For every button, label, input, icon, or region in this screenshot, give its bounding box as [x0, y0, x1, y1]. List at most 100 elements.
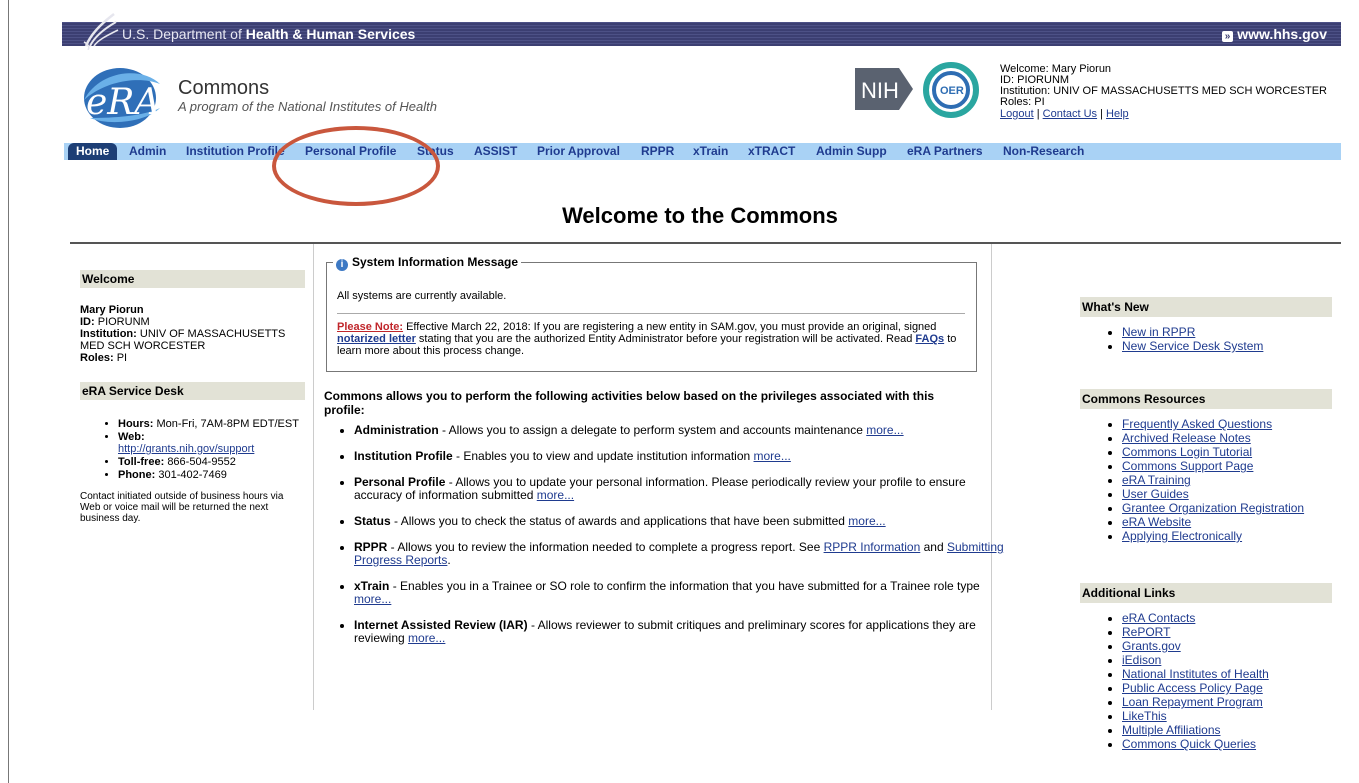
resource-link[interactable]: Commons Support Page [1122, 459, 1253, 473]
tollfree-item: Toll-free: 866-504-9552 [118, 456, 305, 468]
more-link[interactable]: more... [408, 631, 445, 645]
link-separator: | [1100, 108, 1103, 120]
tab-xtract[interactable]: xTRACT [748, 144, 795, 158]
system-message-box: i System Information Message All systems … [326, 255, 977, 372]
more-link[interactable]: more... [754, 449, 791, 463]
resource-link[interactable]: Applying Electronically [1122, 529, 1242, 543]
hhs-eagle-icon [83, 13, 119, 50]
more-link[interactable]: more... [866, 423, 903, 437]
hhs-link[interactable]: » www.hhs.gov [1221, 26, 1327, 42]
tab-rppr[interactable]: RPPR [641, 144, 674, 158]
tab-xtrain[interactable]: xTrain [693, 144, 728, 158]
double-arrow-icon: » [1221, 31, 1234, 42]
user-name: Mary Piorun [80, 304, 144, 316]
list-item: Institution Profile - Enables you to vie… [354, 450, 1012, 463]
list-item: Status - Allows you to check the status … [354, 515, 1012, 528]
support-link[interactable]: http://grants.nih.gov/support [118, 443, 254, 455]
please-note-label[interactable]: Please Note: [337, 321, 403, 333]
system-status: All systems are currently available. [337, 290, 507, 302]
list-item: RPPR - Allows you to review the informat… [354, 541, 1012, 567]
list-item: Archived Release Notes [1122, 431, 1332, 445]
svg-text:NIH: NIH [861, 78, 899, 103]
oer-logo[interactable]: OER [920, 62, 982, 118]
additional-link[interactable]: National Institutes of Health [1122, 667, 1269, 681]
tab-admin-supp[interactable]: Admin Supp [816, 144, 887, 158]
user-institution: Institution: UNIV OF MASSACHUSETTS MED S… [1000, 85, 1327, 97]
list-item: Loan Repayment Program [1122, 695, 1332, 709]
link-separator: | [1036, 108, 1040, 120]
user-info: Welcome: Mary Piorun ID: PIORUNM Institu… [1000, 64, 1327, 120]
logout-link[interactable]: Logout [1000, 108, 1034, 120]
tab-institution-profile[interactable]: Institution Profile [186, 144, 285, 158]
resource-link[interactable]: eRA Training [1122, 473, 1191, 487]
list-item: Grantee Organization Registration [1122, 501, 1332, 515]
activities-intro: Commons allows you to perform the follow… [324, 389, 935, 417]
additional-link[interactable]: Grants.gov [1122, 639, 1181, 653]
system-note: Please Note: Effective March 22, 2018: I… [337, 321, 957, 357]
list-item: User Guides [1122, 487, 1332, 501]
rppr-information-link[interactable]: RPPR Information [824, 540, 921, 554]
resource-link[interactable]: Grantee Organization Registration [1122, 501, 1304, 515]
notarized-letter-link[interactable]: notarized letter [337, 333, 416, 345]
column-divider [313, 244, 314, 710]
help-link[interactable]: Help [1106, 108, 1129, 120]
tab-non-research[interactable]: Non-Research [1003, 144, 1084, 158]
list-item: New Service Desk System [1122, 339, 1332, 353]
tab-prior-approval[interactable]: Prior Approval [537, 144, 620, 158]
additional-link[interactable]: iEdison [1122, 653, 1161, 667]
list-item: eRA Training [1122, 473, 1332, 487]
highlight-annotation [272, 126, 440, 206]
tab-assist[interactable]: ASSIST [474, 144, 517, 158]
additional-link[interactable]: eRA Contacts [1122, 611, 1195, 625]
list-item: Multiple Affiliations [1122, 723, 1332, 737]
contact-us-link[interactable]: Contact Us [1043, 108, 1097, 120]
more-link[interactable]: more... [354, 592, 391, 606]
info-icon: i [336, 259, 348, 271]
list-item: xTrain - Enables you in a Trainee or SO … [354, 580, 1012, 606]
list-item: New in RPPR [1122, 325, 1332, 339]
page-title: Welcome to the Commons [562, 203, 838, 228]
list-item: Internet Assisted Review (IAR) - Allows … [354, 619, 1012, 645]
whats-new-section: What's New New in RPPR New Service Desk … [1080, 297, 1332, 353]
resource-link[interactable]: User Guides [1122, 487, 1189, 501]
additional-link[interactable]: Loan Repayment Program [1122, 695, 1263, 709]
list-item: Frequently Asked Questions [1122, 417, 1332, 431]
hhs-banner: U.S. Department of Health & Human Servic… [62, 13, 1341, 50]
list-item: Commons Support Page [1122, 459, 1332, 473]
list-item: RePORT [1122, 625, 1332, 639]
additional-link[interactable]: Public Access Policy Page [1122, 681, 1263, 695]
tab-admin[interactable]: Admin [129, 144, 166, 158]
faqs-link[interactable]: FAQs [915, 333, 944, 345]
list-item: eRA Contacts [1122, 611, 1332, 625]
list-item: Personal Profile - Allows you to update … [354, 476, 1012, 502]
left-sidebar: Welcome Mary Piorun ID: PIORUNM Institut… [80, 270, 305, 524]
user-roles: Roles: PI [1000, 96, 1045, 108]
additional-link[interactable]: Commons Quick Queries [1122, 737, 1256, 751]
tab-home[interactable]: Home [68, 143, 118, 160]
app-title: Commons [178, 77, 270, 99]
resource-link[interactable]: Commons Login Tutorial [1122, 445, 1252, 459]
nih-logo[interactable]: NIH [855, 64, 915, 114]
era-logo[interactable]: eRA [70, 60, 168, 130]
resource-link[interactable]: eRA Website [1122, 515, 1191, 529]
whats-new-link[interactable]: New in RPPR [1122, 325, 1195, 339]
additional-link[interactable]: LikeThis [1122, 709, 1167, 723]
list-item: Grants.gov [1122, 639, 1332, 653]
app-subtitle: A program of the National Institutes of … [178, 99, 437, 114]
roles-value: PI [116, 352, 128, 364]
additional-link[interactable]: RePORT [1122, 625, 1170, 639]
more-link[interactable]: more... [848, 514, 885, 528]
tab-era-partners[interactable]: eRA Partners [907, 144, 983, 158]
list-item: eRA Website [1122, 515, 1332, 529]
additional-link[interactable]: Multiple Affiliations [1122, 723, 1221, 737]
service-desk-list: Hours: Mon-Fri, 7AM-8PM EDT/EST Web:http… [80, 418, 305, 481]
resource-link[interactable]: Frequently Asked Questions [1122, 417, 1272, 431]
resource-link[interactable]: Archived Release Notes [1122, 431, 1251, 445]
list-item: Commons Quick Queries [1122, 737, 1332, 751]
additional-links-section: Additional Links eRA Contacts RePORT Gra… [1080, 583, 1332, 751]
whats-new-link[interactable]: New Service Desk System [1122, 339, 1263, 353]
main-nav: Home Admin Institution Profile Personal … [64, 143, 1341, 160]
resources-header: Commons Resources [1080, 389, 1332, 409]
more-link[interactable]: more... [537, 488, 574, 502]
list-item: Commons Login Tutorial [1122, 445, 1332, 459]
